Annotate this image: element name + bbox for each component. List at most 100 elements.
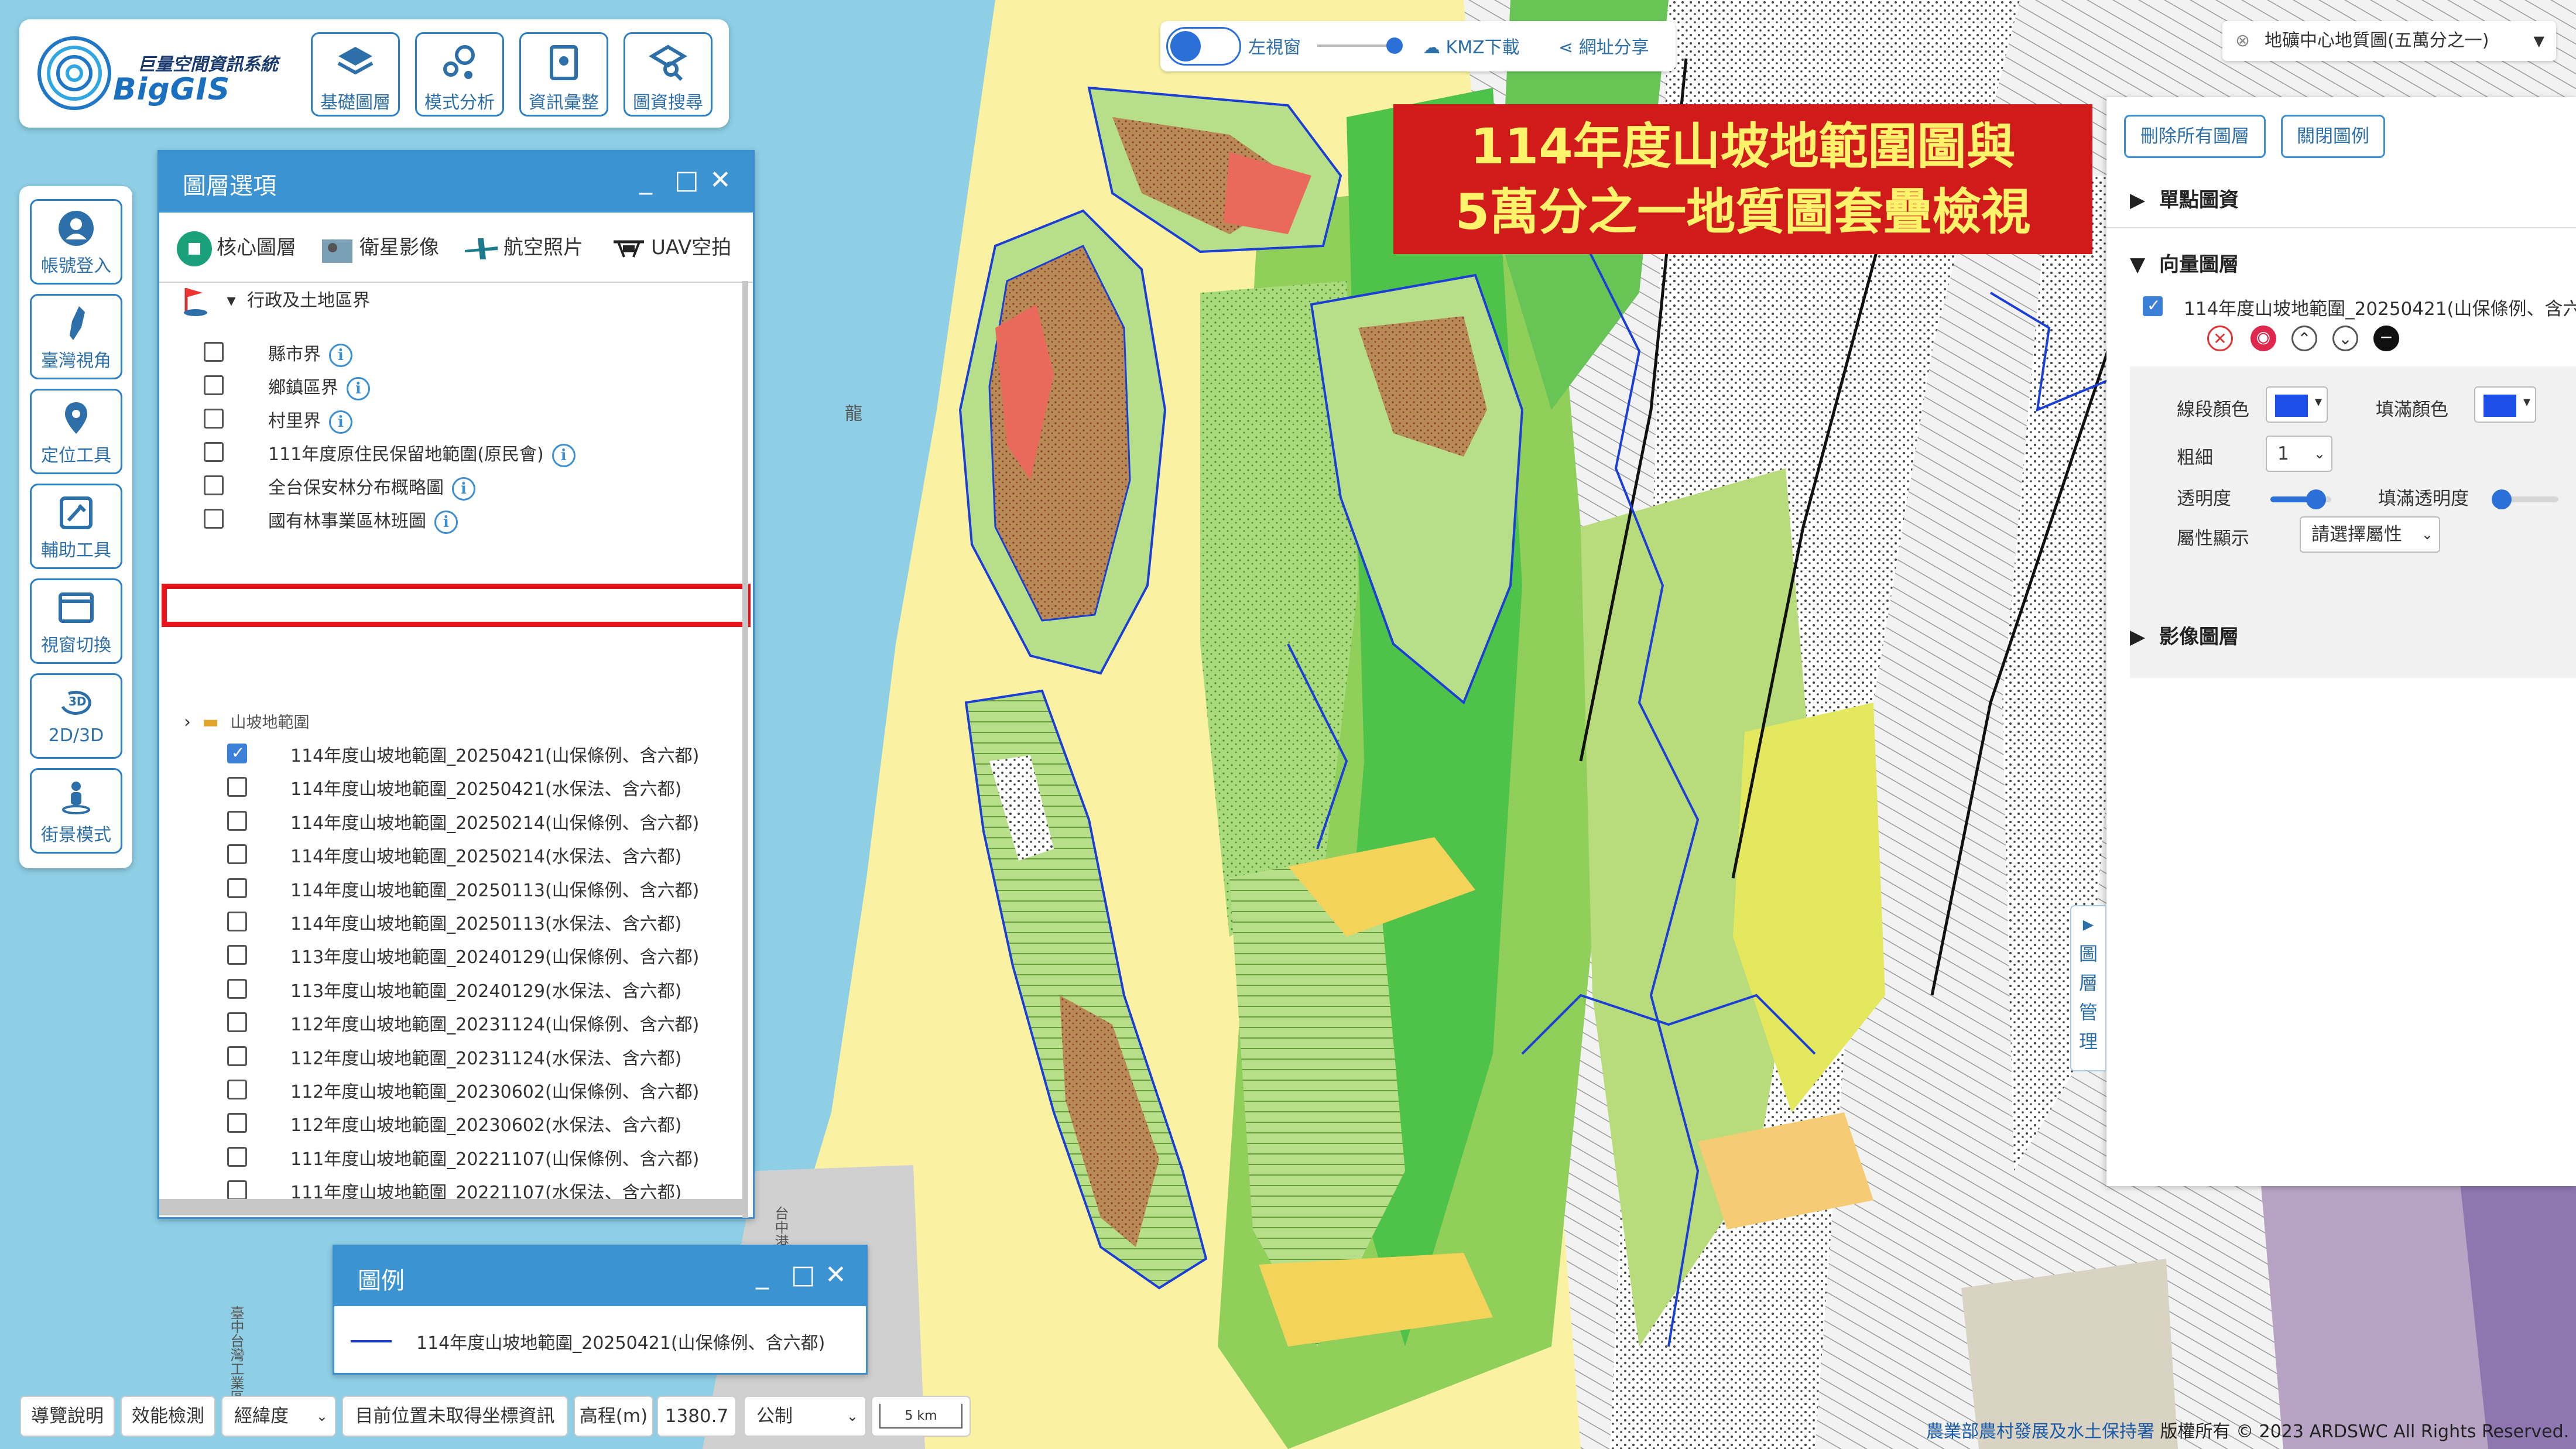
info-icon[interactable]: i xyxy=(347,376,370,400)
layer-checkbox[interactable] xyxy=(204,509,224,529)
move-up-icon[interactable]: ⌃ xyxy=(2291,326,2317,351)
slope-layer-checkbox[interactable] xyxy=(227,878,247,898)
tab-uav[interactable]: UAV空拍 xyxy=(610,223,731,272)
street-view-button[interactable]: 街景模式 xyxy=(30,768,122,854)
legend-header[interactable]: 圖例 _ □ ✕ xyxy=(334,1246,866,1306)
move-down-icon[interactable]: ⌄ xyxy=(2332,326,2358,351)
window-slider[interactable] xyxy=(1317,37,1403,54)
taiwan-view-button[interactable]: 臺灣視角 xyxy=(30,294,122,379)
slope-layer-checkbox[interactable] xyxy=(227,743,247,763)
kmz-download-button[interactable]: ☁ KMZ下載 xyxy=(1423,33,1520,59)
section-image-layers[interactable]: ▶ 影像圖層 xyxy=(2130,621,2239,649)
info-summary-button[interactable]: 資訊彙整 xyxy=(519,32,608,117)
section-point-data[interactable]: ▶ 單點圖資 xyxy=(2130,184,2239,213)
layer-checkbox[interactable] xyxy=(204,442,224,462)
locate-tool-button[interactable]: 定位工具 xyxy=(30,389,122,474)
close-legend-button[interactable]: 關閉圖例 xyxy=(2281,115,2385,158)
slope-layer-item[interactable]: 114年度山坡地範圍_20250113(山保條例、含六都) xyxy=(290,876,699,902)
admin-layer-item[interactable]: 村里界 i xyxy=(268,406,352,434)
width-select[interactable]: 1 ⌄ xyxy=(2266,436,2332,472)
tab-core-layers[interactable]: 核心圖層 xyxy=(176,223,296,272)
fill-color-picker[interactable]: ▾ xyxy=(2474,386,2536,423)
slope-layer-item[interactable]: 112年度山坡地範圍_20230602(山保條例、含六都) xyxy=(290,1077,699,1103)
performance-button[interactable]: 效能檢測 xyxy=(121,1396,215,1437)
share-url-button[interactable]: ⋖ 網址分享 xyxy=(1558,33,1649,59)
layer-group-admin[interactable]: ▾ 行政及土地區界 xyxy=(180,285,370,326)
slope-layer-item[interactable]: 114年度山坡地範圍_20250214(水保法、含六都) xyxy=(290,842,681,868)
line-color-picker[interactable]: ▾ xyxy=(2266,386,2328,423)
layer-list-hscrollbar[interactable] xyxy=(159,1199,746,1215)
slope-layer-item[interactable]: 112年度山坡地範圍_20231124(山保條例、含六都) xyxy=(290,1010,699,1036)
slope-layer-checkbox[interactable] xyxy=(227,912,247,931)
admin-layer-item[interactable]: 縣市界 i xyxy=(268,340,352,367)
unit-select[interactable]: 公制 ⌄ xyxy=(744,1396,866,1437)
admin-layer-item[interactable]: 全台保安林分布概略圖 i xyxy=(268,473,475,501)
aux-tool-button[interactable]: 輔助工具 xyxy=(30,484,122,569)
left-window-toggle[interactable] xyxy=(1166,27,1241,66)
slope-layer-item[interactable]: 114年度山坡地範圍_20250421(山保條例、含六都) xyxy=(290,741,699,767)
admin-layer-item[interactable]: 鄉鎮區界 i xyxy=(268,373,370,400)
guide-button[interactable]: 導覽說明 xyxy=(20,1396,115,1437)
fill-opacity-slider[interactable] xyxy=(2492,489,2558,509)
biggis-logo[interactable]: 巨量空間資訊系統 BigGIS xyxy=(33,25,279,119)
maximize-icon[interactable]: □ xyxy=(674,166,699,195)
layer-checkbox[interactable] xyxy=(204,475,224,495)
slope-layer-item[interactable]: 112年度山坡地範圍_20230602(水保法、含六都) xyxy=(290,1111,681,1136)
info-icon[interactable]: i xyxy=(551,443,576,467)
slope-layer-checkbox[interactable] xyxy=(227,1046,247,1066)
slope-layer-checkbox[interactable] xyxy=(227,844,247,865)
slope-layer-checkbox[interactable] xyxy=(227,1080,247,1099)
layer-list[interactable]: ▾ 行政及土地區界 縣市界 i 鄉鎮區界 i 村里界 i 111年度原住民保留地範圍(原民會… xyxy=(159,285,745,1204)
tab-satellite[interactable]: 衛星影像 xyxy=(318,223,439,272)
info-icon[interactable]: i xyxy=(329,343,352,367)
slope-layer-item[interactable]: 114年度山坡地範圍_20250113(水保法、含六都) xyxy=(290,909,681,935)
legend-minimize-icon[interactable]: _ xyxy=(756,1260,769,1290)
section-vector-layers[interactable]: ▼ 向量圖層 xyxy=(2130,248,2239,277)
info-icon[interactable]: i xyxy=(434,510,458,534)
basemap-select[interactable]: ⊗ 地礦中心地質圖(五萬分之一) ▼ xyxy=(2222,21,2556,61)
zoom-to-layer-icon[interactable]: ◉ xyxy=(2250,326,2276,351)
slope-layer-checkbox[interactable] xyxy=(227,1180,247,1201)
remove-layer-icon[interactable]: ✕ xyxy=(2207,326,2233,351)
slope-layer-item[interactable]: 113年度山坡地範圍_20240129(山保條例、含六都) xyxy=(290,943,699,968)
admin-layer-item[interactable]: 國有林事業區林班圖 i xyxy=(268,506,458,534)
close-icon[interactable]: ✕ xyxy=(710,166,731,195)
legend-close-icon[interactable]: ✕ xyxy=(825,1260,847,1290)
slope-layer-item[interactable]: 111年度山坡地範圍_20221107(山保條例、含六都) xyxy=(290,1145,699,1170)
basic-layers-button[interactable]: 基礎圖層 xyxy=(311,32,400,117)
vector-layer-checkbox[interactable] xyxy=(2143,296,2163,316)
remove-all-layers-button[interactable]: 刪除所有圖層 xyxy=(2124,115,2266,158)
admin-layer-item[interactable]: 111年度原住民保留地範圍(原民會) i xyxy=(268,440,576,467)
slope-layer-checkbox[interactable] xyxy=(227,1012,247,1033)
layer-checkbox[interactable] xyxy=(204,375,224,395)
legend-maximize-icon[interactable]: □ xyxy=(791,1260,816,1290)
info-icon[interactable]: i xyxy=(329,410,352,434)
coord-mode-select[interactable]: 經緯度 ⌄ xyxy=(221,1396,336,1437)
folder-slope-range[interactable]: › ▬ 山坡地範圍 xyxy=(184,710,309,732)
slope-layer-checkbox[interactable] xyxy=(227,810,247,831)
slope-layer-checkbox[interactable] xyxy=(227,945,247,965)
layer-manager-handle[interactable]: ▶ 圖層管理 xyxy=(2070,905,2106,1071)
slope-layer-item[interactable]: 113年度山坡地範圍_20240129(水保法、含六都) xyxy=(290,977,681,1002)
slope-layer-checkbox[interactable] xyxy=(227,1146,247,1167)
model-analysis-button[interactable]: 模式分析 xyxy=(415,32,504,117)
layer-checkbox[interactable] xyxy=(204,409,224,429)
info-icon[interactable]: i xyxy=(452,477,475,501)
toggle-3d-button[interactable]: 3D 2D/3D xyxy=(30,673,122,759)
slope-layer-item[interactable]: 112年度山坡地範圍_20231124(水保法、含六都) xyxy=(290,1044,681,1070)
opacity-slider[interactable] xyxy=(2270,489,2331,509)
slope-layer-checkbox[interactable] xyxy=(227,777,247,797)
slope-layer-checkbox[interactable] xyxy=(227,1113,247,1133)
map-search-button[interactable]: 圖資搜尋 xyxy=(624,32,712,117)
slope-layer-item[interactable]: 114年度山坡地範圍_20250214(山保條例、含六都) xyxy=(290,809,699,834)
slope-layer-item[interactable]: 114年度山坡地範圍_20250421(水保法、含六都) xyxy=(290,775,681,800)
attribute-select[interactable]: 請選擇屬性 ⌄ xyxy=(2300,516,2440,553)
minimize-icon[interactable]: _ xyxy=(639,166,652,195)
collapse-icon[interactable]: − xyxy=(2373,326,2399,351)
tab-aerial[interactable]: 航空照片 xyxy=(463,223,583,272)
slope-layer-checkbox[interactable] xyxy=(227,978,247,999)
window-switch-button[interactable]: 視窗切換 xyxy=(30,578,122,664)
layer-list-scrollbar[interactable] xyxy=(742,281,748,1218)
org-link[interactable]: 農業部農村發展及水土保持署 xyxy=(1926,1421,2154,1442)
layer-window-header[interactable]: 圖層選項 _ □ ✕ xyxy=(159,152,753,213)
